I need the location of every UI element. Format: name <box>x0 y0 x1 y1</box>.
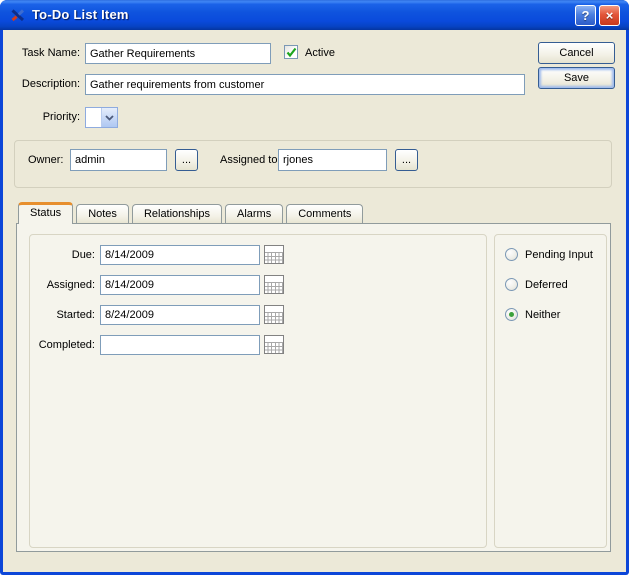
calendar-icon[interactable] <box>264 305 284 324</box>
status-tab-panel: Due: Assigned: Started: Completed: <box>16 223 611 552</box>
owner-input[interactable] <box>70 149 167 171</box>
window-title: To-Do List Item <box>32 7 129 22</box>
radio-dot <box>509 312 514 317</box>
tab-notes[interactable]: Notes <box>76 204 129 223</box>
radio-icon <box>505 308 518 321</box>
calendar-icon-grid <box>265 312 283 323</box>
tab-comments[interactable]: Comments <box>286 204 363 223</box>
completed-date-row: Completed: <box>30 335 486 357</box>
completed-date-input[interactable] <box>100 335 260 355</box>
radio-pending-input-label: Pending Input <box>525 249 593 261</box>
dates-groupbox: Due: Assigned: Started: Completed: <box>29 234 487 548</box>
radio-pending-input[interactable]: Pending Input <box>505 247 593 262</box>
radio-icon <box>505 248 518 261</box>
task-name-label: Task Name: <box>9 47 80 59</box>
owner-browse-button[interactable]: ... <box>175 149 198 171</box>
tab-alarms[interactable]: Alarms <box>225 204 283 223</box>
dialog-window: To-Do List Item ? × Task Name: Active Ca… <box>0 0 629 575</box>
titlebar-buttons: ? × <box>575 5 620 26</box>
save-button[interactable]: Save <box>538 67 615 89</box>
assigned-date-input[interactable] <box>100 275 260 295</box>
due-date-row: Due: <box>30 245 486 267</box>
tab-status[interactable]: Status <box>18 202 73 224</box>
started-date-row: Started: <box>30 305 486 327</box>
radio-deferred-label: Deferred <box>525 279 568 291</box>
due-label: Due: <box>32 249 95 261</box>
started-date-input[interactable] <box>100 305 260 325</box>
assigned-date-row: Assigned: <box>30 275 486 297</box>
assigned-to-input[interactable] <box>278 149 387 171</box>
radio-deferred[interactable]: Deferred <box>505 277 568 292</box>
calendar-icon[interactable] <box>264 245 284 264</box>
app-icon <box>10 7 26 23</box>
owner-groupbox: Owner: ... Assigned to: ... <box>14 140 612 188</box>
calendar-icon-grid <box>265 282 283 293</box>
status-radio-groupbox: Pending Input Deferred Neither <box>494 234 607 548</box>
calendar-icon[interactable] <box>264 275 284 294</box>
calendar-icon[interactable] <box>264 335 284 354</box>
dialog-body: Task Name: Active Cancel Description: Sa… <box>3 30 626 572</box>
help-button[interactable]: ? <box>575 5 596 26</box>
assigned-to-label: Assigned to: <box>220 154 281 166</box>
priority-dropdown[interactable] <box>85 107 118 128</box>
calendar-icon-grid <box>265 252 283 263</box>
completed-label: Completed: <box>32 339 95 351</box>
radio-icon <box>505 278 518 291</box>
close-button[interactable]: × <box>599 5 620 26</box>
due-date-input[interactable] <box>100 245 260 265</box>
started-label: Started: <box>32 309 95 321</box>
chevron-down-icon[interactable] <box>101 108 117 127</box>
priority-value <box>86 108 101 127</box>
assigned-label: Assigned: <box>32 279 95 291</box>
priority-label: Priority: <box>9 111 80 123</box>
active-label: Active <box>305 47 335 59</box>
owner-label: Owner: <box>28 154 63 166</box>
title-bar[interactable]: To-Do List Item ? × <box>0 0 629 30</box>
cancel-button[interactable]: Cancel <box>538 42 615 64</box>
check-icon <box>286 47 297 61</box>
radio-neither-label: Neither <box>525 309 560 321</box>
task-name-input[interactable] <box>85 43 271 64</box>
description-label: Description: <box>9 78 80 90</box>
calendar-icon-grid <box>265 342 283 353</box>
tab-relationships[interactable]: Relationships <box>132 204 222 223</box>
tab-bar: Status Notes Relationships Alarms Commen… <box>18 201 366 224</box>
description-input[interactable] <box>85 74 525 95</box>
assigned-to-browse-button[interactable]: ... <box>395 149 418 171</box>
radio-neither[interactable]: Neither <box>505 307 560 322</box>
active-checkbox[interactable] <box>284 45 298 59</box>
